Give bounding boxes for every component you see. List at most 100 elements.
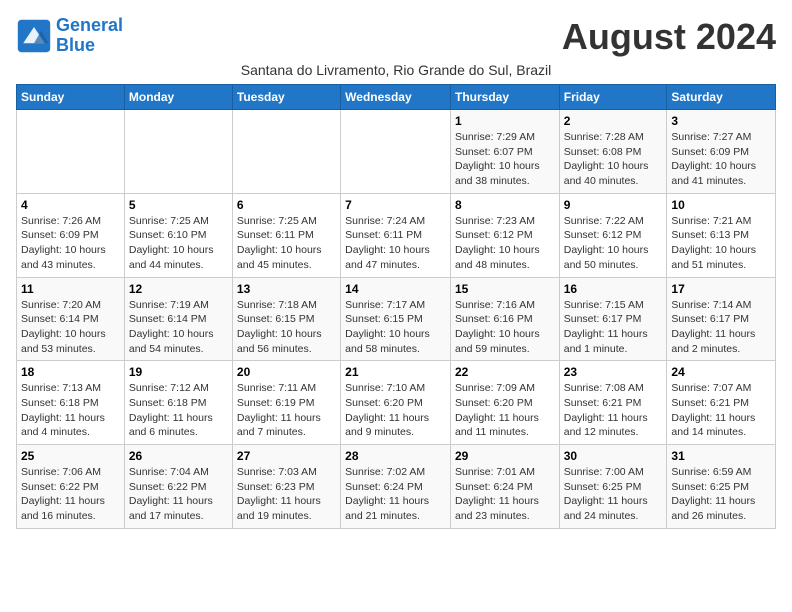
day-info: Sunrise: 7:10 AM Sunset: 6:20 PM Dayligh… [345,381,446,440]
calendar-day-cell: 25Sunrise: 7:06 AM Sunset: 6:22 PM Dayli… [17,445,125,529]
calendar-table: SundayMondayTuesdayWednesdayThursdayFrid… [16,84,776,529]
day-info: Sunrise: 7:21 AM Sunset: 6:13 PM Dayligh… [671,214,771,273]
day-info: Sunrise: 7:29 AM Sunset: 6:07 PM Dayligh… [455,130,555,189]
calendar-day-cell: 12 Sunrise: 7:19 AM Sunset: 6:14 PM Dayli… [124,277,232,361]
day-number: 28 [345,449,446,463]
calendar-day-cell: 29 Sunrise: 7:01 AM Sunset: 6:24 PM Dayli… [450,445,559,529]
logo-icon [16,18,52,54]
day-info: Sunrise: 7:04 AM Sunset: 6:22 PM Dayligh… [129,465,228,524]
day-of-week-header: Monday [124,85,232,110]
calendar-day-cell: 1 Sunrise: 7:29 AM Sunset: 6:07 PM Daylig… [450,110,559,194]
day-number: 13 [237,282,336,296]
day-info: Sunrise: 7:02 AM Sunset: 6:24 PM Dayligh… [345,465,446,524]
day-number: 15 [455,282,555,296]
day-info: Sunrise: 7:11 AM Sunset: 6:19 PM Dayligh… [237,381,336,440]
logo: General Blue [16,16,123,56]
day-number: 2 [564,114,663,128]
day-number: 14 [345,282,446,296]
calendar-day-cell: 22Sunrise: 7:09 AM Sunset: 6:20 PM Dayli… [450,361,559,445]
day-info: Sunrise: 7:09 AM Sunset: 6:20 PM Dayligh… [455,381,555,440]
day-info: Sunrise: 7:26 AM Sunset: 6:09 PM Dayligh… [21,214,120,273]
calendar-week-row: 4 Sunrise: 7:26 AM Sunset: 6:09 PM Daylig… [17,193,776,277]
day-number: 7 [345,198,446,212]
calendar-day-cell: 9Sunrise: 7:22 AM Sunset: 6:12 PM Daylig… [559,193,667,277]
calendar-day-cell: 20 Sunrise: 7:11 AM Sunset: 6:19 PM Dayli… [232,361,340,445]
day-number: 23 [564,365,663,379]
day-info: Sunrise: 7:20 AM Sunset: 6:14 PM Dayligh… [21,298,120,357]
calendar-day-cell [124,110,232,194]
day-number: 19 [129,365,228,379]
calendar-day-cell: 28 Sunrise: 7:02 AM Sunset: 6:24 PM Dayli… [341,445,451,529]
calendar-day-cell: 15 Sunrise: 7:16 AM Sunset: 6:16 PM Dayli… [450,277,559,361]
day-number: 12 [129,282,228,296]
calendar-day-cell: 11 Sunrise: 7:20 AM Sunset: 6:14 PM Dayli… [17,277,125,361]
calendar-body: 1 Sunrise: 7:29 AM Sunset: 6:07 PM Daylig… [17,110,776,529]
day-info: Sunrise: 7:25 AM Sunset: 6:10 PM Dayligh… [129,214,228,273]
day-number: 17 [671,282,771,296]
calendar-day-cell: 5 Sunrise: 7:25 AM Sunset: 6:10 PM Daylig… [124,193,232,277]
day-number: 4 [21,198,120,212]
calendar-day-cell: 8Sunrise: 7:23 AM Sunset: 6:12 PM Daylig… [450,193,559,277]
day-number: 21 [345,365,446,379]
day-info: Sunrise: 7:19 AM Sunset: 6:14 PM Dayligh… [129,298,228,357]
calendar-day-cell: 18Sunrise: 7:13 AM Sunset: 6:18 PM Dayli… [17,361,125,445]
day-info: Sunrise: 7:15 AM Sunset: 6:17 PM Dayligh… [564,298,663,357]
logo-text: General Blue [56,16,123,56]
day-info: Sunrise: 7:08 AM Sunset: 6:21 PM Dayligh… [564,381,663,440]
day-info: Sunrise: 6:59 AM Sunset: 6:25 PM Dayligh… [671,465,771,524]
calendar-day-cell: 13Sunrise: 7:18 AM Sunset: 6:15 PM Dayli… [232,277,340,361]
day-info: Sunrise: 7:23 AM Sunset: 6:12 PM Dayligh… [455,214,555,273]
calendar-day-cell: 10 Sunrise: 7:21 AM Sunset: 6:13 PM Dayli… [667,193,776,277]
day-info: Sunrise: 7:24 AM Sunset: 6:11 PM Dayligh… [345,214,446,273]
day-number: 26 [129,449,228,463]
calendar-day-cell: 24 Sunrise: 7:07 AM Sunset: 6:21 PM Dayli… [667,361,776,445]
calendar-day-cell: 19 Sunrise: 7:12 AM Sunset: 6:18 PM Dayli… [124,361,232,445]
day-of-week-header: Tuesday [232,85,340,110]
calendar-week-row: 25Sunrise: 7:06 AM Sunset: 6:22 PM Dayli… [17,445,776,529]
calendar-day-cell: 4 Sunrise: 7:26 AM Sunset: 6:09 PM Daylig… [17,193,125,277]
day-number: 30 [564,449,663,463]
day-number: 27 [237,449,336,463]
calendar-subtitle: Santana do Livramento, Rio Grande do Sul… [16,62,776,78]
day-number: 6 [237,198,336,212]
day-number: 20 [237,365,336,379]
day-number: 31 [671,449,771,463]
calendar-day-cell: 26 Sunrise: 7:04 AM Sunset: 6:22 PM Dayli… [124,445,232,529]
calendar-day-cell: 16Sunrise: 7:15 AM Sunset: 6:17 PM Dayli… [559,277,667,361]
month-title: August 2024 [562,16,776,58]
day-number: 1 [455,114,555,128]
day-info: Sunrise: 7:12 AM Sunset: 6:18 PM Dayligh… [129,381,228,440]
calendar-day-cell: 30 Sunrise: 7:00 AM Sunset: 6:25 PM Dayli… [559,445,667,529]
page-header: General Blue August 2024 [16,16,776,58]
calendar-day-cell: 2 Sunrise: 7:28 AM Sunset: 6:08 PM Daylig… [559,110,667,194]
day-of-week-header: Thursday [450,85,559,110]
calendar-day-cell [341,110,451,194]
day-info: Sunrise: 7:01 AM Sunset: 6:24 PM Dayligh… [455,465,555,524]
day-of-week-header: Saturday [667,85,776,110]
day-info: Sunrise: 7:14 AM Sunset: 6:17 PM Dayligh… [671,298,771,357]
day-info: Sunrise: 7:16 AM Sunset: 6:16 PM Dayligh… [455,298,555,357]
day-info: Sunrise: 7:06 AM Sunset: 6:22 PM Dayligh… [21,465,120,524]
day-of-week-header: Wednesday [341,85,451,110]
calendar-day-cell [232,110,340,194]
day-info: Sunrise: 7:00 AM Sunset: 6:25 PM Dayligh… [564,465,663,524]
calendar-day-cell: 21 Sunrise: 7:10 AM Sunset: 6:20 PM Dayli… [341,361,451,445]
day-number: 29 [455,449,555,463]
calendar-day-cell [17,110,125,194]
day-number: 11 [21,282,120,296]
day-info: Sunrise: 7:17 AM Sunset: 6:15 PM Dayligh… [345,298,446,357]
calendar-day-cell: 7 Sunrise: 7:24 AM Sunset: 6:11 PM Daylig… [341,193,451,277]
day-info: Sunrise: 7:27 AM Sunset: 6:09 PM Dayligh… [671,130,771,189]
calendar-day-cell: 6Sunrise: 7:25 AM Sunset: 6:11 PM Daylig… [232,193,340,277]
calendar-day-cell: 27Sunrise: 7:03 AM Sunset: 6:23 PM Dayli… [232,445,340,529]
day-number: 10 [671,198,771,212]
day-of-week-header: Friday [559,85,667,110]
day-info: Sunrise: 7:07 AM Sunset: 6:21 PM Dayligh… [671,381,771,440]
calendar-week-row: 11 Sunrise: 7:20 AM Sunset: 6:14 PM Dayli… [17,277,776,361]
day-number: 24 [671,365,771,379]
day-info: Sunrise: 7:28 AM Sunset: 6:08 PM Dayligh… [564,130,663,189]
calendar-week-row: 1 Sunrise: 7:29 AM Sunset: 6:07 PM Daylig… [17,110,776,194]
calendar-day-cell: 3Sunrise: 7:27 AM Sunset: 6:09 PM Daylig… [667,110,776,194]
day-number: 18 [21,365,120,379]
day-number: 5 [129,198,228,212]
